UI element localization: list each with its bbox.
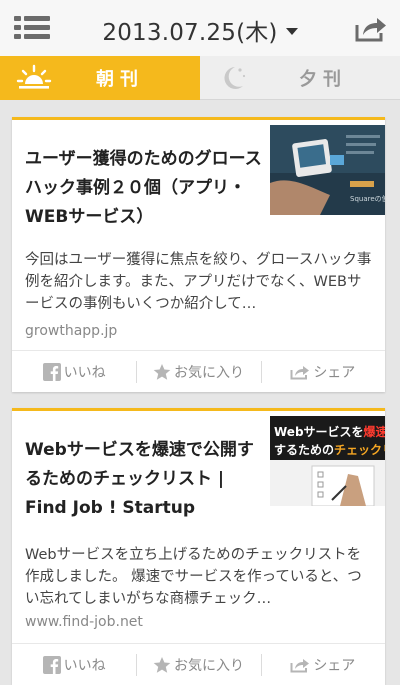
- svg-text:するためのチェックリ: するためのチェックリ: [274, 443, 385, 457]
- article-title[interactable]: Webサービスを爆速で公開するためのチェックリスト | Find Job ! S…: [25, 436, 270, 523]
- facebook-icon: [42, 655, 61, 674]
- like-button[interactable]: いいね: [12, 644, 136, 685]
- sunrise-icon: [16, 61, 52, 99]
- article-thumbnail[interactable]: Squareの使い方: [270, 125, 385, 215]
- share-out-icon: [290, 659, 310, 673]
- favorite-label: お気に入り: [173, 364, 244, 381]
- chevron-down-icon: [285, 28, 298, 35]
- share-button[interactable]: シェア: [260, 351, 385, 392]
- share-label: シェア: [313, 657, 356, 674]
- article-thumbnail[interactable]: Webサービスを爆速で公 するためのチェックリ: [270, 416, 385, 506]
- article-summary: 今回はユーザー獲得に焦点を絞り、グロースハック事例を紹介します。また、アプリだけ…: [25, 252, 372, 312]
- share-out-icon[interactable]: [354, 13, 388, 43]
- article-source: growthapp.jp: [25, 323, 118, 339]
- tab-morning[interactable]: 朝刊: [0, 56, 200, 100]
- thumb-text-2: 爆速: [364, 424, 385, 439]
- article-source: www.find-job.net: [25, 614, 143, 630]
- article-actions: いいね お気に入り シェア: [12, 350, 385, 392]
- article-card[interactable]: Webサービスを爆速で公開するためのチェックリスト | Find Job ! S…: [12, 408, 385, 685]
- share-out-icon: [290, 366, 310, 380]
- thumb-text-1: Webサービスを: [274, 424, 364, 439]
- thumb-text-5: チェックリ: [334, 443, 385, 457]
- share-label: シェア: [313, 364, 356, 381]
- like-label: いいね: [63, 364, 106, 381]
- like-label: いいね: [63, 657, 106, 674]
- article-title[interactable]: ユーザー獲得のためのグロースハック事例２０個（アプリ・WEBサービス）: [25, 145, 270, 232]
- facebook-icon: [42, 362, 61, 381]
- date-selector[interactable]: 2013.07.25(木): [0, 13, 400, 47]
- like-button[interactable]: いいね: [12, 351, 136, 392]
- star-icon: [153, 656, 171, 673]
- article-actions: いいね お気に入り シェア: [12, 643, 385, 685]
- favorite-button[interactable]: お気に入り: [136, 351, 260, 392]
- star-icon: [153, 363, 171, 380]
- tab-evening[interactable]: 夕刊: [200, 56, 400, 100]
- article-card[interactable]: ユーザー獲得のためのグロースハック事例２０個（アプリ・WEBサービス） Squa…: [12, 117, 385, 392]
- favorite-button[interactable]: お気に入り: [136, 644, 260, 685]
- tab-evening-label: 夕刊: [299, 69, 347, 90]
- svg-text:Webサービスを爆速で公: Webサービスを爆速で公: [274, 424, 385, 439]
- share-button[interactable]: シェア: [260, 644, 385, 685]
- app-header: 2013.07.25(木): [0, 0, 400, 56]
- tab-morning-label: 朝刊: [96, 69, 144, 90]
- article-summary: Webサービスを立ち上げるためのチェックリストを作成しました。 爆速でサービスを…: [25, 547, 362, 607]
- date-label: 2013.07.25(木): [102, 20, 278, 46]
- thumb-text-4: するための: [274, 443, 334, 457]
- thumb-caption: Squareの使い方: [350, 194, 385, 203]
- moon-icon: [218, 61, 248, 99]
- edition-tabs: 朝刊 夕刊: [0, 56, 400, 100]
- favorite-label: お気に入り: [173, 657, 244, 674]
